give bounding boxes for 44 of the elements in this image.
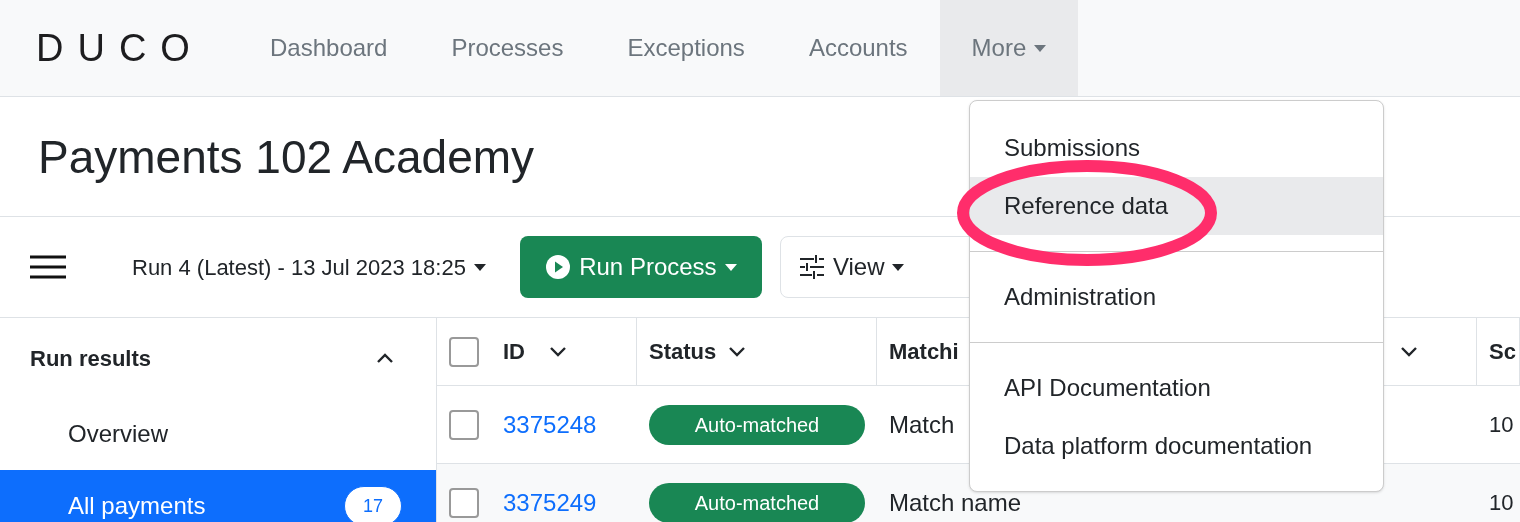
view-button[interactable]: View: [780, 249, 923, 285]
checkbox[interactable]: [449, 409, 479, 440]
logo: DUCO: [36, 25, 204, 71]
count-badge: 17: [344, 486, 402, 522]
run-process-button[interactable]: Run Process: [519, 236, 762, 298]
status-badge: Auto-matched: [649, 404, 865, 445]
column-header: ID: [503, 338, 525, 366]
nav-link[interactable]: Dashboard: [238, 0, 420, 96]
column-header: Matchi: [889, 338, 959, 366]
menu-item[interactable]: Reference data: [970, 177, 1383, 235]
menu-item[interactable]: Submissions: [970, 119, 1383, 177]
nav-link[interactable]: Exceptions: [595, 0, 777, 96]
chevron-up-icon[interactable]: [376, 352, 394, 364]
sliders-icon: [798, 255, 825, 279]
nav-link[interactable]: Accounts: [776, 0, 940, 96]
status-badge: Auto-matched: [649, 482, 865, 522]
chevron-down-icon[interactable]: [1400, 346, 1418, 357]
caret-icon: [1034, 44, 1047, 52]
menu-icon[interactable]: [30, 255, 66, 279]
play-icon: [545, 254, 572, 280]
caret-icon: [473, 263, 486, 271]
checkbox[interactable]: [449, 336, 479, 367]
nav-link[interactable]: Processes: [419, 0, 596, 96]
table-cell-text: 10: [1489, 489, 1514, 517]
section-heading: Run results: [30, 344, 152, 373]
table-cell-text: Match name: [889, 487, 1022, 518]
menu-item[interactable]: Data platform documentation: [970, 417, 1383, 475]
checkbox[interactable]: [449, 487, 479, 518]
id-link[interactable]: 3375248: [503, 406, 597, 443]
table-cell-text: 10: [1489, 411, 1514, 439]
sidebar-item[interactable]: All payments 17: [0, 470, 436, 522]
chevron-down-icon[interactable]: [728, 346, 747, 357]
run-select[interactable]: Run 4 (Latest) - 13 Jul 2023 18:25: [132, 250, 486, 284]
id-link[interactable]: 3375249: [503, 484, 597, 521]
column-header: Status: [649, 338, 717, 366]
chevron-down-icon[interactable]: [549, 346, 567, 357]
menu-item[interactable]: Administration: [970, 268, 1383, 326]
column-header: Sc: [1489, 338, 1516, 366]
table-cell-text: Match: [889, 409, 955, 440]
caret-icon: [892, 263, 905, 271]
sidebar-item[interactable]: Overview: [0, 398, 436, 470]
menu-item[interactable]: API Documentation: [970, 359, 1383, 417]
caret-icon: [724, 263, 737, 271]
nav-link[interactable]: More: [939, 0, 1079, 96]
